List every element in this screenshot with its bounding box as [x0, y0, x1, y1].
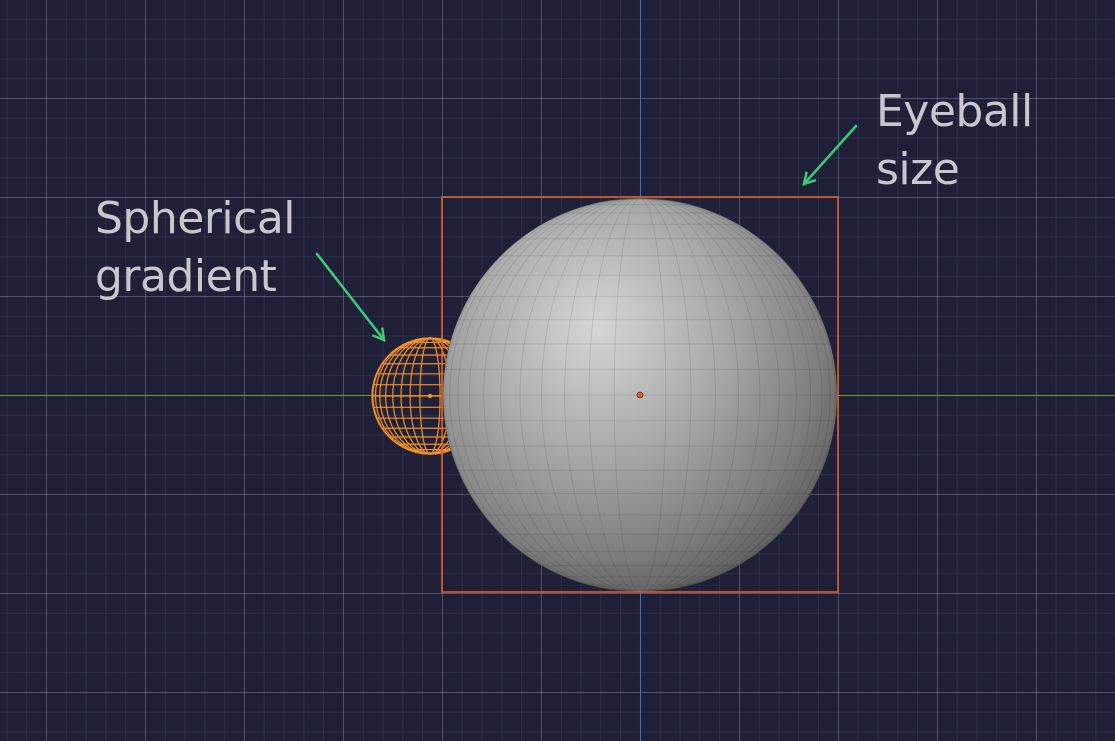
- spherical-gradient-arrow: [315, 252, 386, 342]
- eyeball-size-arrow: [802, 124, 858, 186]
- eyeball-size-label-line2: size: [876, 144, 960, 195]
- spherical-gradient-label-line2: gradient: [95, 251, 277, 302]
- eyeball-origin-dot: [636, 391, 644, 399]
- eyeball-size-label-line1: Eyeball: [876, 86, 1033, 137]
- eyeball-size-label: Eyeball size: [876, 83, 1033, 199]
- spherical-gradient-label-line1: Spherical: [95, 193, 296, 244]
- gradient-origin-dot: [427, 393, 433, 399]
- 3d-viewport[interactable]: Spherical gradient Eyeball size: [0, 0, 1115, 741]
- spherical-gradient-label: Spherical gradient: [95, 190, 296, 306]
